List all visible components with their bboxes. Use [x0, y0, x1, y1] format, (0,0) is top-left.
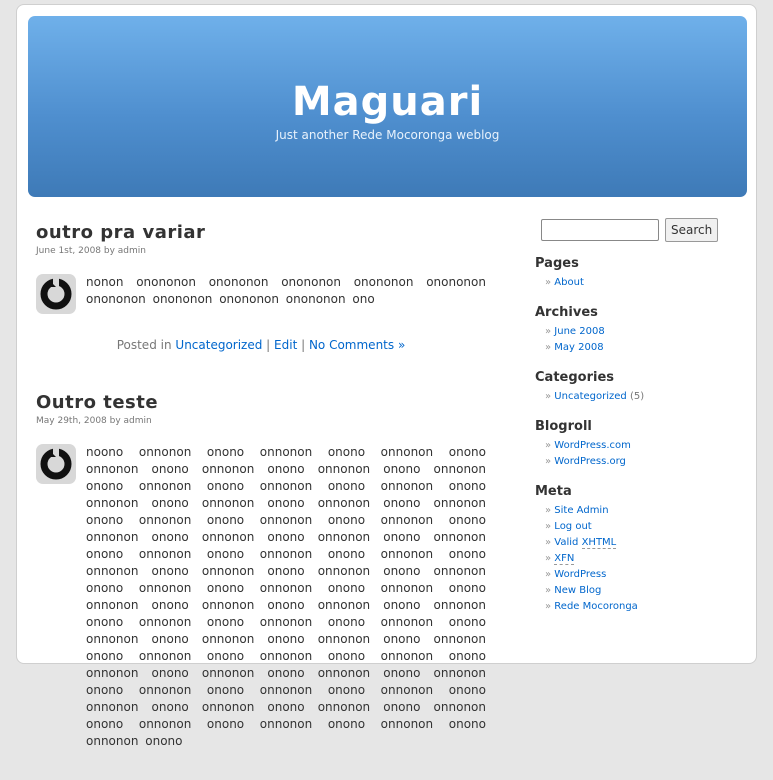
list-item: WordPress.com: [545, 438, 735, 454]
list-item: Site Admin: [545, 503, 735, 519]
post-meta: June 1st, 2008 by admin: [36, 246, 146, 256]
meta-widget: Meta Site Admin Log out Valid XHTML XFN …: [535, 484, 735, 615]
pages-widget: Pages About: [535, 256, 735, 291]
archive-link[interactable]: May 2008: [554, 342, 603, 353]
new-blog-link[interactable]: New Blog: [554, 585, 601, 596]
archive-link[interactable]: June 2008: [554, 326, 604, 337]
list-item: WordPress: [545, 567, 735, 583]
category-count: (5): [629, 391, 645, 402]
list-item: Log out: [545, 519, 735, 535]
valid-xhtml-link[interactable]: Valid XHTML: [554, 537, 617, 549]
wordpress-link[interactable]: WordPress: [554, 569, 606, 580]
post: Outro teste May 29th, 2008 by admin noon…: [36, 392, 486, 750]
widget-title: Blogroll: [535, 419, 592, 434]
sidebar: Search Pages About Archives June 2008 Ma…: [535, 218, 735, 615]
widget-title: Archives: [535, 305, 598, 320]
post-meta: May 29th, 2008 by admin: [36, 416, 152, 426]
blogroll-widget: Blogroll WordPress.com WordPress.org: [535, 419, 735, 470]
xfn-abbr: XFN: [554, 553, 575, 565]
list-item: May 2008: [545, 340, 735, 356]
xhtml-abbr: XHTML: [581, 537, 617, 549]
post-footer: Posted in Uncategorized | Edit | No Comm…: [36, 338, 486, 352]
list-item: Rede Mocoronga: [545, 599, 735, 615]
posted-in-label: Posted in: [116, 338, 172, 352]
list-item: XFN: [545, 551, 735, 567]
widget-title: Meta: [535, 484, 572, 499]
blog-description: Just another Rede Mocoronga weblog: [275, 128, 500, 142]
blogroll-link[interactable]: WordPress.org: [554, 456, 626, 467]
avatar: [36, 444, 76, 484]
search-form: Search: [541, 218, 735, 242]
edit-link[interactable]: Edit: [274, 338, 297, 352]
archives-widget: Archives June 2008 May 2008: [535, 305, 735, 356]
post-body: noono onnonon onono onnonon onono onnono…: [86, 445, 486, 748]
post: outro pra variar June 1st, 2008 by admin…: [36, 222, 486, 352]
list-item: June 2008: [545, 324, 735, 340]
post-entry: nonon onononon onononon onononon ononono…: [36, 274, 486, 314]
xfn-link[interactable]: XFN: [554, 553, 575, 565]
avatar: [36, 274, 76, 314]
separator: |: [297, 338, 309, 352]
search-input[interactable]: [541, 219, 659, 241]
categories-widget: Categories Uncategorized (5): [535, 370, 735, 405]
widget-title: Pages: [535, 256, 579, 271]
widget-title: Categories: [535, 370, 615, 385]
list-item: Valid XHTML: [545, 535, 735, 551]
main-content: outro pra variar June 1st, 2008 by admin…: [36, 222, 486, 780]
rede-mocoronga-link[interactable]: Rede Mocoronga: [554, 601, 638, 612]
list-item: WordPress.org: [545, 454, 735, 470]
blogroll-link[interactable]: WordPress.com: [554, 440, 631, 451]
list-item: New Blog: [545, 583, 735, 599]
category-link[interactable]: Uncategorized: [175, 338, 262, 352]
post-entry: noono onnonon onono onnonon onono onnono…: [36, 444, 486, 750]
blog-header: Maguari Just another Rede Mocoronga webl…: [28, 16, 747, 197]
avatar-logo-icon: [40, 447, 72, 480]
search-button[interactable]: Search: [665, 218, 719, 242]
category-link[interactable]: Uncategorized: [554, 391, 626, 402]
blog-title[interactable]: Maguari: [28, 79, 747, 125]
page-link-about[interactable]: About: [554, 277, 584, 288]
list-item: Uncategorized (5): [545, 389, 735, 405]
post-title[interactable]: Outro teste: [36, 392, 486, 413]
comments-link[interactable]: No Comments »: [309, 338, 405, 352]
site-admin-link[interactable]: Site Admin: [554, 505, 608, 516]
list-item: About: [545, 275, 735, 291]
valid-label: Valid: [554, 537, 582, 548]
post-title[interactable]: outro pra variar: [36, 222, 486, 243]
avatar-logo-icon: [40, 277, 72, 310]
separator: |: [262, 338, 275, 352]
logout-link[interactable]: Log out: [554, 521, 591, 532]
post-body: nonon onononon onononon onononon ononono…: [86, 275, 486, 306]
